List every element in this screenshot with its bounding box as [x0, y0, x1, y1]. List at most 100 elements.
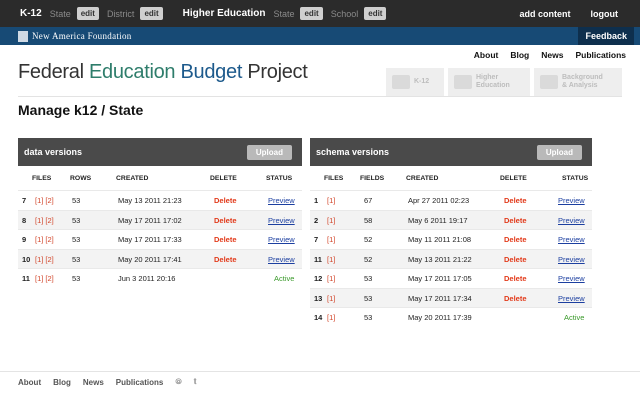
row-id: 13 [314, 293, 323, 303]
row-count: 53 [72, 215, 81, 225]
footer-divider [0, 371, 640, 372]
delete-link[interactable]: Delete [504, 196, 527, 205]
table-row: 14 [1] 53 May 20 2011 17:39 Active [310, 307, 592, 327]
row-id: 7 [314, 235, 319, 244]
col-fields: FIELDS [360, 174, 385, 182]
field-count: 53 [364, 274, 373, 283]
preview-link[interactable]: Preview [268, 255, 295, 264]
file-links[interactable]: [1] [327, 274, 335, 283]
naf-name[interactable]: New America Foundation [32, 31, 132, 41]
preview-link[interactable]: Preview [558, 274, 585, 283]
table-row: 9 [1] [2] 53 May 17 2011 17:33 Delete Pr… [18, 229, 302, 249]
footer-about[interactable]: About [18, 378, 41, 387]
naf-logo-icon[interactable] [18, 30, 28, 42]
apple-icon [392, 75, 410, 89]
schema-versions-header: schema versions Upload [310, 138, 592, 166]
preview-link[interactable]: Preview [268, 196, 295, 205]
he-school-label: School [330, 8, 359, 19]
nav-news[interactable]: News [541, 50, 563, 60]
file-links[interactable]: [1] [327, 255, 335, 264]
schema-upload-button[interactable]: Upload [536, 145, 582, 160]
schema-versions-title: schema versions [316, 147, 390, 157]
tab-background-label: Background & Analysis [562, 74, 603, 90]
tab-he-line2: Education [476, 82, 510, 89]
table-row: 1 [1] 67 Apr 27 2011 02:23 Delete Previe… [310, 190, 592, 210]
rss-icon[interactable]: ⦾ [175, 377, 181, 387]
created-date: May 20 2011 17:39 [408, 313, 472, 322]
tab-background-analysis[interactable]: Background & Analysis [534, 68, 622, 96]
delete-link[interactable]: Delete [214, 216, 237, 225]
col-delete: DELETE [500, 174, 527, 182]
edit-he-school-button[interactable]: edit [364, 7, 387, 20]
preview-link[interactable]: Preview [558, 255, 585, 264]
add-content-link[interactable]: add content [520, 9, 571, 19]
row-id: 8 [22, 215, 27, 225]
footer-news[interactable]: News [83, 378, 104, 387]
file-links[interactable]: [1] [2] [35, 235, 54, 244]
col-status: STATUS [562, 174, 589, 182]
row-id: 11 [314, 254, 322, 264]
delete-link[interactable]: Delete [214, 235, 237, 244]
site-nav: About Blog News Publications [474, 50, 626, 60]
preview-link[interactable]: Preview [558, 216, 585, 225]
file-links[interactable]: [1] [327, 235, 335, 244]
field-count: 53 [364, 293, 373, 303]
preview-link[interactable]: Preview [268, 216, 295, 225]
table-row: 11 [1] [2] 53 Jun 3 2011 20:16 Active [18, 268, 302, 288]
preview-link[interactable]: Preview [268, 235, 295, 244]
row-id: 12 [314, 274, 323, 283]
file-links[interactable]: [1] [327, 294, 335, 303]
field-count: 52 [364, 235, 373, 244]
delete-link[interactable]: Delete [504, 294, 527, 303]
top-navigation-bar: K-12 State edit District edit Higher Edu… [0, 0, 640, 27]
books-icon [540, 75, 558, 89]
file-links[interactable]: [1] [327, 216, 335, 225]
nav-about[interactable]: About [474, 50, 499, 60]
delete-link[interactable]: Delete [504, 216, 527, 225]
field-count: 67 [364, 196, 373, 205]
created-date: Apr 27 2011 02:23 [408, 196, 470, 205]
title-part-federal: Federal [18, 61, 89, 83]
edit-k12-district-button[interactable]: edit [140, 7, 163, 20]
tab-higher-education-label: Higher Education [476, 74, 510, 90]
preview-link[interactable]: Preview [558, 294, 585, 303]
tab-bg-line1: Background [562, 74, 603, 81]
delete-link[interactable]: Delete [504, 235, 527, 244]
schema-versions-panel: schema versions Upload FILES FIELDS CREA… [310, 138, 592, 327]
preview-link[interactable]: Preview [558, 235, 585, 244]
delete-link[interactable]: Delete [504, 255, 527, 264]
higher-education-link[interactable]: Higher Education [183, 8, 266, 19]
data-upload-button[interactable]: Upload [246, 145, 292, 160]
site-title[interactable]: Federal Education Budget Project [18, 61, 308, 84]
logout-link[interactable]: logout [591, 9, 619, 19]
nav-publications[interactable]: Publications [575, 50, 626, 60]
edit-he-state-button[interactable]: edit [300, 7, 323, 20]
k12-district-label: District [106, 8, 135, 19]
tab-higher-education[interactable]: Higher Education [448, 68, 530, 96]
file-links[interactable]: [1] [2] [35, 196, 54, 205]
file-links[interactable]: [1] [327, 196, 335, 205]
file-links[interactable]: [1] [2] [35, 216, 54, 225]
nav-blog[interactable]: Blog [510, 50, 529, 60]
footer-publications[interactable]: Publications [116, 378, 164, 387]
delete-link[interactable]: Delete [504, 274, 527, 283]
file-links[interactable]: [1] [2] [35, 274, 54, 283]
file-links[interactable]: [1] [2] [35, 255, 54, 264]
created-date: May 20 2011 17:41 [118, 254, 182, 264]
k12-link[interactable]: K-12 [20, 8, 42, 19]
footer-blog[interactable]: Blog [53, 378, 71, 387]
footer-nav: About Blog News Publications ⦾ 𝐭 [18, 377, 196, 387]
preview-link[interactable]: Preview [558, 196, 585, 205]
delete-link[interactable]: Delete [214, 196, 237, 205]
tab-k12[interactable]: K-12 [386, 68, 444, 96]
col-created: CREATED [406, 174, 439, 182]
edit-k12-state-button[interactable]: edit [76, 7, 99, 20]
feedback-button[interactable]: Feedback [578, 27, 634, 45]
field-count: 58 [364, 215, 373, 225]
twitter-icon[interactable]: 𝐭 [194, 377, 197, 387]
file-links[interactable]: [1] [327, 313, 335, 322]
schema-table-header: FILES FIELDS CREATED DELETE STATUS [310, 166, 592, 190]
created-date: May 13 2011 21:23 [118, 196, 182, 205]
delete-link[interactable]: Delete [214, 255, 237, 264]
created-date: May 17 2011 17:02 [118, 215, 182, 225]
